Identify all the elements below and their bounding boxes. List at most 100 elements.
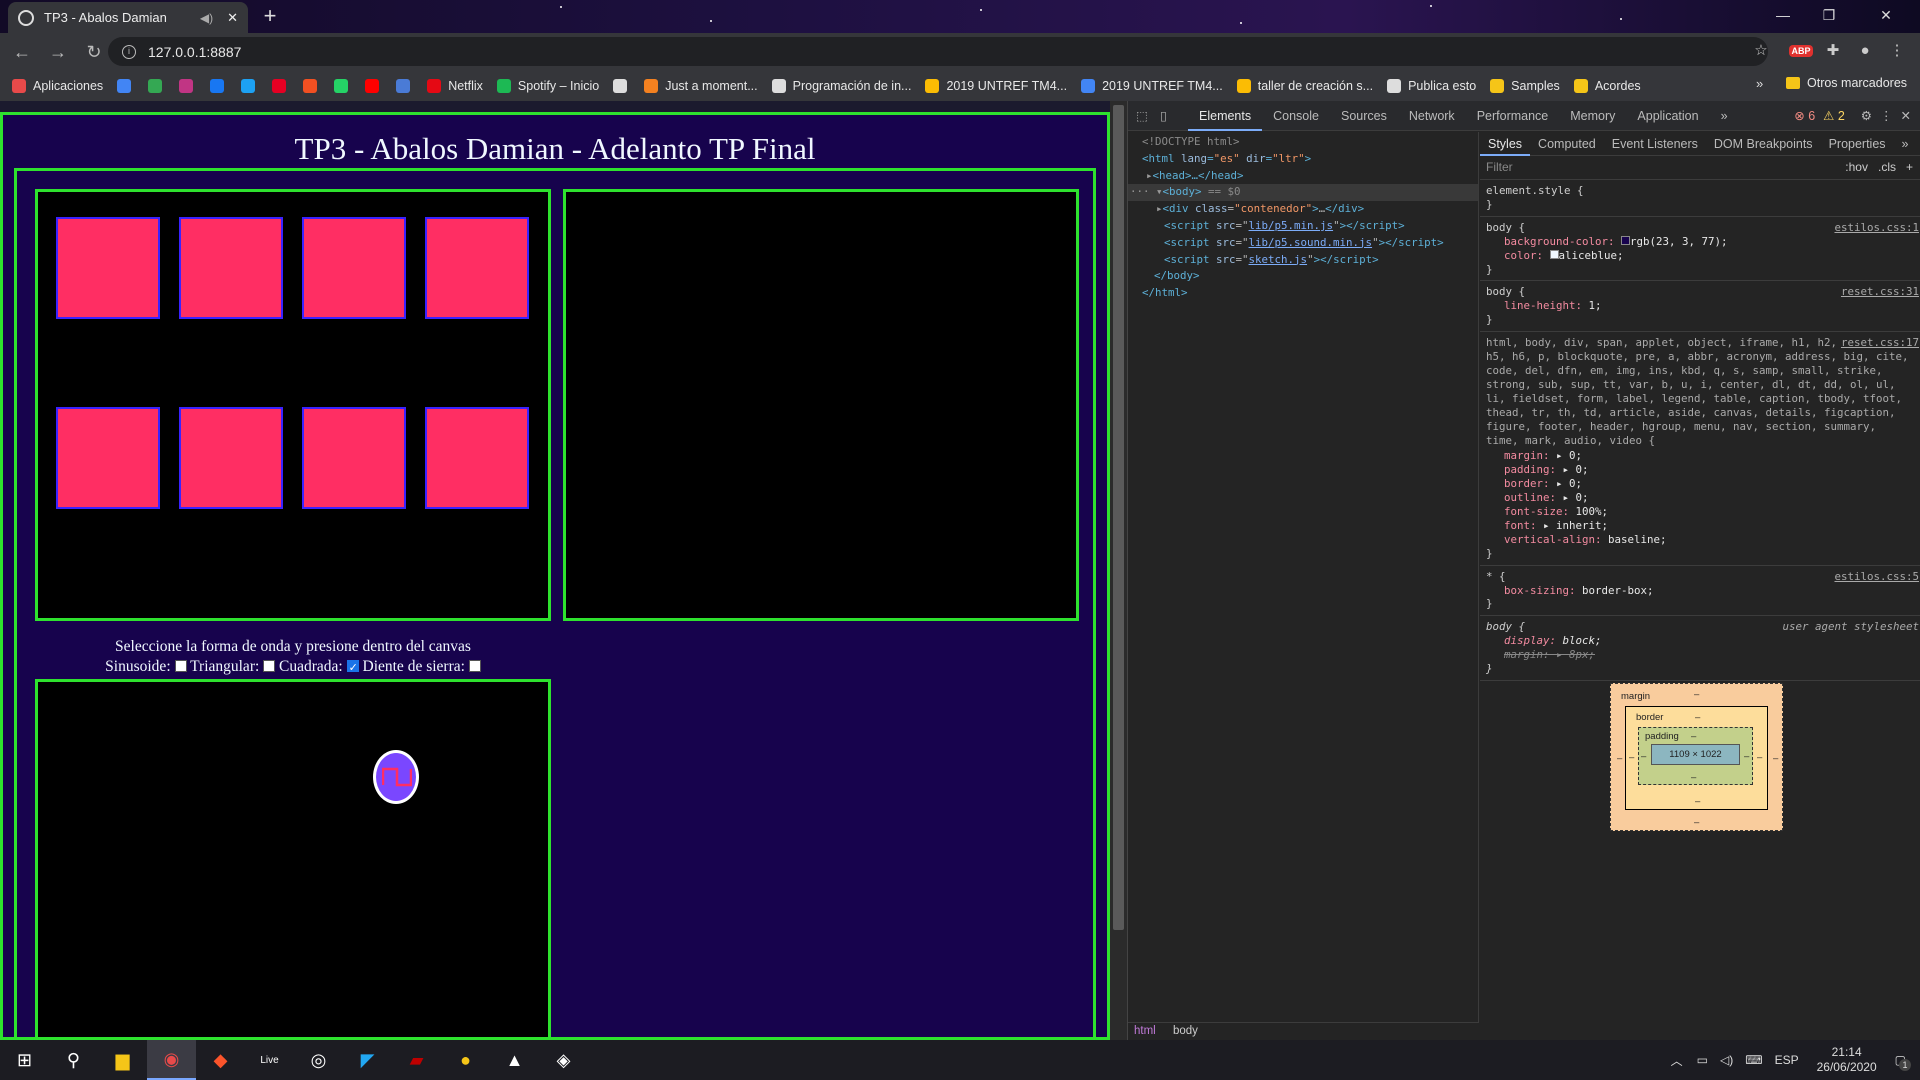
synth-canvas[interactable] (35, 679, 551, 1037)
styles-subtab[interactable]: » (1894, 132, 1917, 156)
waveform-checkbox[interactable] (174, 660, 187, 672)
bookmark-item[interactable]: 2019 UNTREF TM4... (925, 78, 1067, 93)
css-declaration[interactable]: border: ▸ 0; (1486, 477, 1917, 491)
script-src-link[interactable]: sketch.js (1249, 253, 1308, 266)
clock[interactable]: 21:14 26/06/2020 (1817, 1045, 1877, 1075)
head-node[interactable]: ▸<head>…</head> (1142, 168, 1478, 185)
menu-kebab-icon[interactable]: ⋮ (1884, 38, 1910, 64)
bookmark-item[interactable] (148, 78, 169, 93)
new-tab-button[interactable]: + (258, 5, 282, 29)
bookmarks-more-button[interactable]: » (1756, 76, 1763, 91)
elements-tree[interactable]: <!DOCTYPE html> <html lang="es" dir="ltr… (1128, 132, 1479, 1022)
chrome-icon[interactable]: ◉ (147, 1040, 196, 1080)
bookmark-item[interactable] (179, 78, 200, 93)
css-declaration[interactable]: font: ▸ inherit; (1486, 519, 1917, 533)
bookmark-item[interactable] (210, 78, 231, 93)
close-tab-icon[interactable]: ✕ (227, 10, 238, 26)
waveform-checkbox[interactable] (263, 660, 276, 672)
breadcrumb-body[interactable]: body (1173, 1025, 1198, 1037)
device-toggle-icon[interactable]: ▯ (1160, 108, 1188, 123)
hov-toggle[interactable]: :hov (1845, 160, 1868, 175)
close-devtools-icon[interactable]: ✕ (1901, 108, 1911, 123)
emoji-app-icon[interactable]: ● (441, 1040, 490, 1080)
address-bar[interactable]: i 127.0.0.1:8887 (108, 37, 1768, 66)
volume-icon[interactable]: ◁) (1720, 1053, 1733, 1067)
profile-avatar-icon[interactable]: ● (1852, 38, 1878, 64)
script-node[interactable]: <script src="lib/p5.min.js"></script> (1142, 218, 1478, 235)
vscode-icon[interactable]: ◤ (343, 1040, 392, 1080)
user-agent-rule[interactable]: body { user agent stylesheet display: bl… (1480, 616, 1920, 681)
script-node[interactable]: <script src="lib/p5.sound.min.js"></scri… (1142, 235, 1478, 252)
search-icon[interactable]: ⚲ (49, 1040, 98, 1080)
sound-pad[interactable] (302, 217, 406, 319)
html-node[interactable]: <html lang="es" dir="ltr"> (1142, 151, 1478, 168)
bookmark-item[interactable] (303, 78, 324, 93)
bookmark-item[interactable]: 2019 UNTREF TM4... (1081, 78, 1223, 93)
sound-pad[interactable] (302, 407, 406, 509)
adblock-icon[interactable]: ABP (1788, 38, 1814, 64)
pads-canvas[interactable] (35, 189, 551, 621)
devtools-tab[interactable]: Console (1262, 101, 1330, 131)
windows-start-icon[interactable]: ⊞ (0, 1040, 49, 1080)
back-arrow-icon[interactable]: ← (8, 38, 36, 66)
reload-icon[interactable]: ↻ (80, 38, 108, 66)
star-rule[interactable]: * { estilos.css:5 box-sizing: border-box… (1480, 566, 1920, 617)
div-node[interactable]: ▸<div class="contenedor">…</div> (1142, 201, 1478, 218)
devtools-tab[interactable]: Sources (1330, 101, 1398, 131)
body-node[interactable]: ··· ▾<body> == $0 (1128, 184, 1478, 202)
bookmark-item[interactable] (241, 78, 262, 93)
bookmark-item[interactable]: taller de creación s... (1236, 78, 1373, 93)
file-explorer-icon[interactable]: ▆ (98, 1040, 147, 1080)
devtools-menu-icon[interactable]: ⋮ (1880, 108, 1893, 123)
bookmark-item[interactable] (117, 78, 138, 93)
add-rule-button[interactable]: + (1906, 160, 1913, 175)
ableton-live-icon[interactable]: Live (245, 1040, 294, 1080)
devtools-tab[interactable]: Memory (1559, 101, 1626, 131)
css-declaration[interactable]: margin: ▸ 0; (1486, 449, 1917, 463)
scrollbar-thumb[interactable] (1113, 105, 1124, 930)
reset-rule[interactable]: html, body, div, span, applet, object, i… (1480, 332, 1920, 566)
rule-source-link[interactable]: estilos.css:1 (1834, 221, 1919, 235)
styles-subtab[interactable]: Computed (1530, 132, 1604, 156)
restore-button[interactable]: ❐ (1806, 0, 1852, 30)
body-rule[interactable]: body { estilos.css:1 background-color: r… (1480, 217, 1920, 282)
cls-toggle[interactable]: .cls (1878, 160, 1896, 175)
bookmark-item[interactable] (396, 78, 417, 93)
script-node[interactable]: <script src="sketch.js"></script> (1142, 252, 1478, 269)
photos-icon[interactable]: ▲ (490, 1040, 539, 1080)
styles-subtab[interactable]: DOM Breakpoints (1706, 132, 1821, 156)
bookmark-item[interactable] (272, 78, 293, 93)
forward-arrow-icon[interactable]: → (44, 38, 72, 66)
css-declaration[interactable]: padding: ▸ 0; (1486, 463, 1917, 477)
bookmark-item[interactable] (365, 78, 386, 93)
warning-count[interactable]: ⚠ 2 (1823, 108, 1845, 123)
sound-pad[interactable] (179, 217, 283, 319)
extensions-puzzle-icon[interactable]: ✚ (1820, 38, 1846, 64)
script-src-link[interactable]: lib/p5.sound.min.js (1249, 236, 1373, 249)
bookmark-item[interactable]: Aplicaciones (12, 78, 103, 93)
square-wave-ball[interactable] (373, 750, 419, 804)
styles-subtab[interactable]: Properties (1821, 132, 1894, 156)
styles-subtab[interactable]: Event Listeners (1604, 132, 1706, 156)
bookmark-item[interactable]: Programación de in... (771, 78, 911, 93)
element-style-rule[interactable]: element.style {} (1480, 180, 1920, 217)
bookmark-item[interactable]: Acordes (1573, 78, 1641, 93)
rule-source-link[interactable]: reset.css:17 (1836, 336, 1919, 351)
bookmark-item[interactable] (613, 78, 634, 93)
waveform-checkbox[interactable] (468, 660, 481, 672)
sound-pad[interactable] (179, 407, 283, 509)
color-swatch[interactable] (1621, 235, 1631, 245)
breadcrumb-html[interactable]: html (1134, 1025, 1156, 1037)
css-declaration[interactable]: vertical-align: baseline; (1486, 533, 1917, 547)
bookmark-star-icon[interactable]: ☆ (1748, 38, 1774, 64)
visualizer-canvas[interactable] (563, 189, 1079, 621)
tray-chevron-icon[interactable]: ︿ (1671, 1052, 1683, 1069)
waveform-checkbox[interactable] (346, 658, 359, 678)
devtools-tab[interactable]: Performance (1466, 101, 1560, 131)
css-declaration[interactable]: font-size: 100%; (1486, 505, 1917, 519)
input-icon[interactable]: ⌨ (1745, 1053, 1762, 1067)
speaker-icon[interactable]: ◀) (200, 11, 213, 25)
close-window-button[interactable]: ✕ (1852, 0, 1920, 30)
notifications-icon[interactable]: ▢1 (1895, 1053, 1911, 1071)
bookmark-item[interactable]: Spotify – Inicio (496, 78, 599, 93)
